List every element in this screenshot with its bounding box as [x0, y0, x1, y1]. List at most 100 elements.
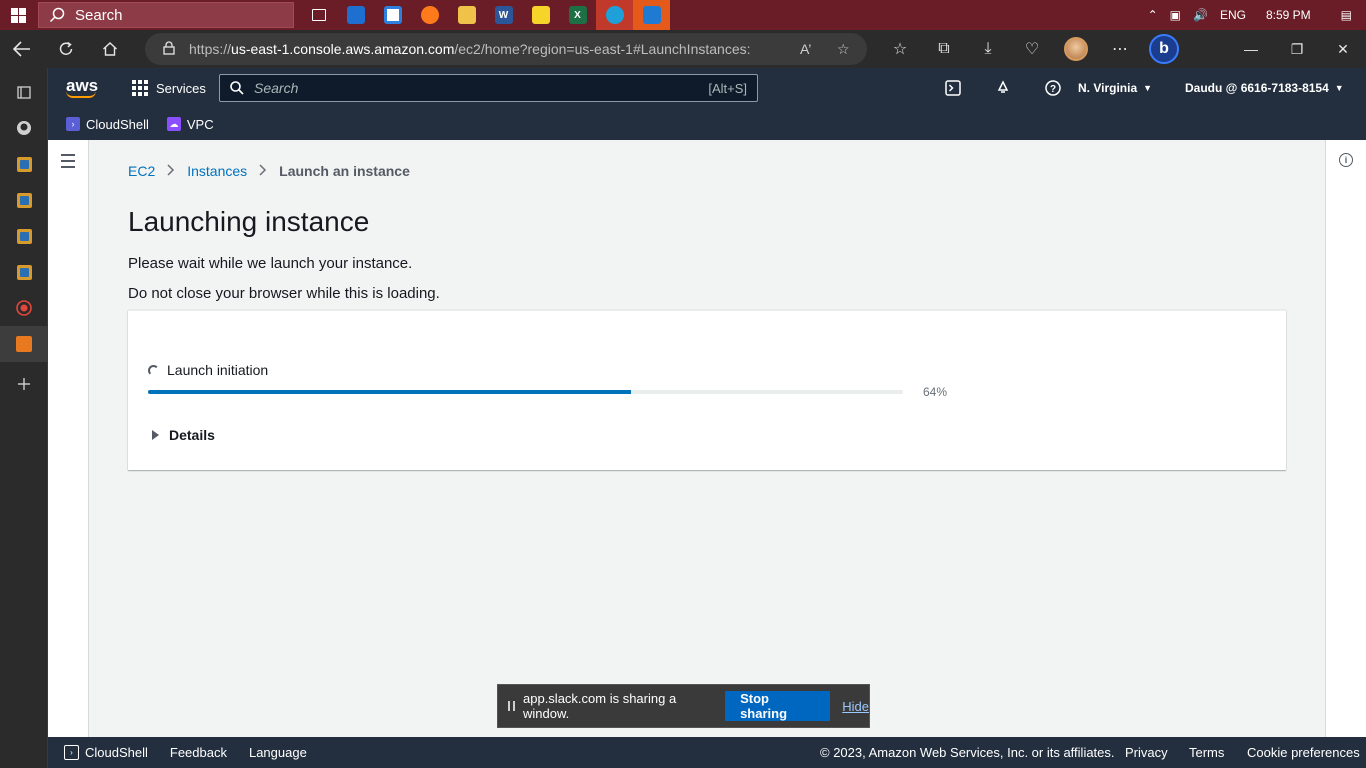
- taskbar-search[interactable]: Search: [38, 2, 294, 28]
- cloudshell-icon: ›: [64, 745, 79, 760]
- firefox-app-icon[interactable]: [411, 0, 448, 30]
- svg-text:?: ?: [1050, 84, 1056, 95]
- aws-tab-icon[interactable]: [0, 146, 48, 182]
- region-selector[interactable]: N. Virginia ▼: [1078, 68, 1152, 108]
- language-indicator[interactable]: ENG: [1220, 8, 1246, 22]
- hide-link[interactable]: Hide: [842, 699, 869, 714]
- lock-icon[interactable]: [163, 40, 175, 58]
- tab-actions-icon[interactable]: [0, 74, 48, 110]
- windows-taskbar: Search W X ⌃ ▣ 🔊 ENG 8:59 PM ▤: [0, 0, 1366, 30]
- github-tab-icon[interactable]: [0, 110, 48, 146]
- footer-feedback-link[interactable]: Feedback: [170, 745, 227, 760]
- tools-panel-rail: i: [1325, 140, 1366, 737]
- home-icon[interactable]: [88, 30, 132, 68]
- footer-cloudshell-label: CloudShell: [85, 745, 148, 760]
- aws-tab-icon[interactable]: [0, 182, 48, 218]
- notifications-icon[interactable]: ▤: [1341, 8, 1352, 22]
- clock[interactable]: 8:59 PM: [1266, 8, 1311, 22]
- screen-sharing-bar: app.slack.com is sharing a window. Stop …: [497, 684, 870, 728]
- downloads-icon[interactable]: ⤓: [966, 30, 1010, 68]
- details-expander[interactable]: Details: [152, 427, 215, 443]
- footer-language-link[interactable]: Language: [249, 745, 307, 760]
- more-options-icon[interactable]: ⋯: [1098, 30, 1142, 68]
- task-view-icon[interactable]: [300, 0, 337, 30]
- aws-logo-text: aws: [66, 75, 99, 95]
- browser-essentials-icon[interactable]: ♡: [1010, 30, 1054, 68]
- hamburger-menu-icon[interactable]: [61, 154, 75, 172]
- close-icon[interactable]: ✕: [1320, 30, 1366, 68]
- address-bar[interactable]: https://us-east-1.console.aws.amazon.com…: [145, 33, 867, 65]
- read-aloud-icon[interactable]: A’: [800, 41, 811, 57]
- edge-app-icon[interactable]: [596, 0, 633, 30]
- help-icon[interactable]: ?: [1028, 68, 1078, 108]
- word-app-icon[interactable]: W: [485, 0, 522, 30]
- aws-tab-icon[interactable]: [0, 218, 48, 254]
- aws-logo[interactable]: aws: [66, 75, 99, 98]
- camera-icon[interactable]: ▣: [1170, 8, 1181, 22]
- search-shortcut: [Alt+S]: [708, 80, 747, 96]
- search-icon: [49, 7, 65, 23]
- footer-cloudshell-button[interactable]: › CloudShell: [64, 745, 148, 760]
- caret-down-icon: ▼: [1143, 83, 1153, 93]
- minimize-icon[interactable]: —: [1228, 30, 1274, 68]
- aws-favorites-bar: › CloudShell ☁ VPC: [48, 108, 1366, 140]
- page-title: Launching instance: [128, 206, 370, 237]
- search-icon: [230, 81, 244, 95]
- url-prefix: https://: [189, 41, 232, 57]
- vscode-app-icon[interactable]: [633, 0, 670, 30]
- aws-tab-icon[interactable]: [0, 254, 48, 290]
- chevron-up-icon[interactable]: ⌃: [1148, 8, 1158, 22]
- url-host: us-east-1.console.aws.amazon.com: [231, 41, 455, 57]
- caret-down-icon: ▼: [1334, 83, 1344, 93]
- progress-percent: 64%: [923, 385, 948, 399]
- status-label: Launch initiation: [167, 362, 269, 378]
- restore-icon[interactable]: ❐: [1274, 30, 1320, 68]
- browser-sidebar: [0, 68, 48, 768]
- cloudshell-icon[interactable]: [928, 68, 978, 108]
- footer-cookie-preferences-link[interactable]: Cookie preferences: [1247, 745, 1360, 760]
- mail-app-icon[interactable]: [337, 0, 374, 30]
- breadcrumb-ec2[interactable]: EC2: [128, 163, 155, 179]
- add-favorite-icon[interactable]: ☆: [837, 41, 850, 58]
- progress-bar-fill: [148, 390, 632, 394]
- vpc-icon: ☁: [166, 117, 181, 131]
- launch-status: Launch initiation: [148, 362, 268, 378]
- record-tab-icon[interactable]: [0, 290, 48, 326]
- store-app-icon[interactable]: [374, 0, 411, 30]
- aws-search-input[interactable]: Search [Alt+S]: [219, 74, 758, 102]
- browser-warning-message: Do not close your browser while this is …: [128, 285, 440, 302]
- footer-terms-link[interactable]: Terms: [1189, 745, 1224, 760]
- favorite-cloudshell[interactable]: › CloudShell: [66, 117, 149, 132]
- profile-avatar[interactable]: [1054, 30, 1098, 68]
- drag-handle-icon[interactable]: [508, 701, 515, 711]
- grid-icon: [132, 80, 148, 96]
- favorite-vpc[interactable]: ☁ VPC: [166, 116, 214, 132]
- refresh-icon[interactable]: [44, 30, 88, 68]
- windows-start-icon[interactable]: [0, 0, 36, 30]
- stop-sharing-button[interactable]: Stop sharing: [725, 691, 831, 721]
- account-menu[interactable]: Daudu @ 6616-7183-8154 ▼: [1185, 68, 1344, 108]
- footer-privacy-link[interactable]: Privacy: [1125, 745, 1168, 760]
- ec2-tab-icon[interactable]: [0, 326, 48, 362]
- browser-toolbar: https://us-east-1.console.aws.amazon.com…: [0, 30, 1366, 68]
- bing-copilot-icon[interactable]: b: [1142, 30, 1186, 68]
- breadcrumb-instances[interactable]: Instances: [187, 163, 247, 179]
- speaker-icon[interactable]: 🔊: [1193, 8, 1208, 22]
- collections-icon[interactable]: ⧉: [922, 30, 966, 68]
- notifications-bell-icon[interactable]: [978, 68, 1028, 108]
- new-tab-plus-icon[interactable]: [0, 366, 48, 402]
- chevron-right-icon: [167, 163, 175, 179]
- search-placeholder: Search: [254, 80, 299, 96]
- file-explorer-icon[interactable]: [448, 0, 485, 30]
- favorites-icon[interactable]: ☆: [878, 30, 922, 68]
- account-label: Daudu @ 6616-7183-8154: [1185, 81, 1329, 95]
- favorite-label: VPC: [186, 116, 214, 132]
- sticky-notes-icon[interactable]: [522, 0, 559, 30]
- services-menu-button[interactable]: Services: [132, 80, 206, 96]
- excel-app-icon[interactable]: X: [559, 0, 596, 30]
- spinner-icon: [148, 364, 159, 376]
- info-icon[interactable]: i: [1339, 153, 1353, 167]
- footer-copyright: © 2023, Amazon Web Services, Inc. or its…: [820, 745, 1115, 760]
- cloudshell-icon: ›: [66, 117, 80, 131]
- back-arrow-icon[interactable]: [0, 30, 44, 68]
